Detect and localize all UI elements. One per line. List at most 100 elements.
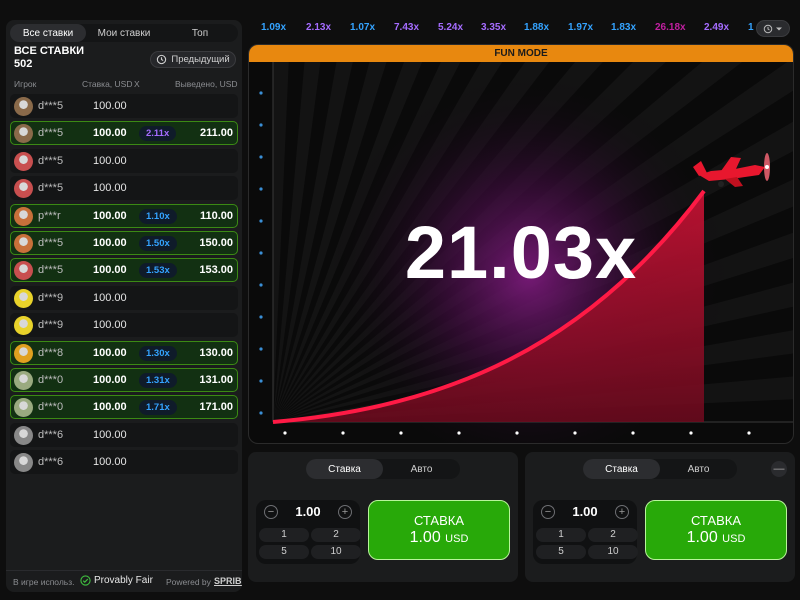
quick-amount-button[interactable]: 10	[311, 545, 361, 559]
history-multiplier[interactable]: 1.07x	[350, 22, 375, 33]
bet-row: d***5 100.00	[10, 176, 238, 201]
tab-top[interactable]: Топ	[162, 24, 238, 42]
y-axis-dot	[259, 347, 263, 351]
cashout-multiplier: 1.53x	[139, 263, 177, 279]
bets-tabs: Все ставки Мои ставки Топ	[10, 24, 238, 42]
bet-amount: 100.00	[93, 127, 127, 140]
chevron-down-icon	[776, 27, 782, 30]
tab-auto[interactable]: Авто	[660, 459, 737, 479]
cashout-multiplier: 2.11x	[139, 126, 177, 142]
cashout-amount: 211.00	[199, 127, 233, 140]
provably-fair-link[interactable]: Provably Fair	[80, 575, 153, 586]
bet-amount: 100.00	[93, 319, 127, 332]
avatar	[14, 425, 33, 445]
x-axis-dot	[515, 431, 519, 435]
place-bet-button[interactable]: СТАВКА 1.00 USD	[645, 500, 787, 560]
quick-amount-button[interactable]: 2	[588, 528, 638, 542]
increase-stake-button[interactable]: +	[338, 505, 352, 519]
previous-label: Предыдущий	[171, 54, 230, 65]
cashout-multiplier: 1.30x	[139, 345, 177, 361]
bet-row: d***5 100.00 2.11x 211.00	[10, 121, 238, 146]
bet-button-label: СТАВКА	[413, 513, 465, 528]
multiplier-history: 1.09x 2.13x 1.07x 7.43x 5.24x 3.35x 1.88x 1.97x…	[254, 20, 794, 38]
bet-row: d***6 100.00	[10, 450, 238, 475]
quick-amount-button[interactable]: 5	[536, 545, 586, 559]
avatar	[14, 453, 33, 473]
remove-panel-button[interactable]: —	[771, 461, 787, 477]
cashout-amount: 153.00	[199, 264, 233, 277]
all-bets-count: 502	[14, 58, 33, 70]
quick-amount-button[interactable]: 1	[259, 528, 309, 542]
increase-stake-button[interactable]: +	[615, 505, 629, 519]
history-multiplier[interactable]: 1.09x	[261, 22, 286, 33]
fun-mode-banner: FUN MODE	[249, 45, 793, 62]
y-axis-dot	[259, 91, 263, 95]
bets-panel: Все ставки Мои ставки Топ ВСЕ СТАВКИ 502…	[6, 20, 242, 592]
tab-all-bets[interactable]: Все ставки	[10, 24, 86, 42]
tab-auto[interactable]: Авто	[383, 459, 460, 479]
bet-button-amount: 1.00 USD	[646, 529, 786, 547]
all-bets-header: ВСЕ СТАВКИ 502	[14, 45, 84, 71]
quick-amount-button[interactable]: 1	[536, 528, 586, 542]
history-multiplier[interactable]: 26.18x	[655, 22, 686, 33]
cashout-amount: 150.00	[199, 236, 233, 249]
player-name: d***5	[38, 154, 64, 167]
history-multiplier[interactable]: 1.97x	[568, 22, 593, 33]
stake-control: − 1.00 + 1 2 5 10	[256, 500, 361, 564]
avatar	[14, 206, 33, 226]
stake-control: − 1.00 + 1 2 5 10	[533, 500, 638, 564]
history-multiplier[interactable]: 1	[748, 22, 754, 33]
history-multiplier[interactable]: 2.13x	[306, 22, 331, 33]
history-multiplier[interactable]: 3.35x	[481, 22, 506, 33]
history-multiplier[interactable]: 1.88x	[524, 22, 549, 33]
previous-round-button[interactable]: Предыдущий	[150, 51, 236, 68]
bet-amount: 100.00	[93, 401, 127, 414]
quick-amount-button[interactable]: 10	[588, 545, 638, 559]
quick-amount-button[interactable]: 5	[259, 545, 309, 559]
player-name: d***6	[38, 428, 64, 441]
tab-bet[interactable]: Ставка	[583, 459, 660, 479]
cashout-multiplier: 1.10x	[139, 208, 177, 224]
bet-row: d***0 100.00 1.71x 171.00	[10, 395, 238, 420]
player-name: d***5	[38, 100, 64, 112]
cashout-amount: 130.00	[199, 346, 233, 359]
y-axis-dot	[259, 123, 263, 127]
y-axis-dot	[259, 315, 263, 319]
aviator-game: Все ставки Мои ставки Топ ВСЕ СТАВКИ 502…	[0, 0, 800, 600]
tab-bet[interactable]: Ставка	[306, 459, 383, 479]
cashout-multiplier: 1.71x	[139, 400, 177, 416]
bet-amount: 100.00	[93, 346, 127, 359]
bet-row: d***9 100.00	[10, 285, 238, 310]
x-axis-dot	[747, 431, 751, 435]
quick-amount-button[interactable]: 2	[311, 528, 361, 542]
history-multiplier[interactable]: 1.83x	[611, 22, 636, 33]
spribe-logo: SPRIBE	[214, 576, 242, 586]
cashout-multiplier: 1.50x	[139, 235, 177, 251]
history-multiplier[interactable]: 7.43x	[394, 22, 419, 33]
bets-list: d***5 100.00 d***5 100.00 2.11x 211.00 d***5 10…	[10, 94, 238, 477]
x-axis-dot	[399, 431, 403, 435]
avatar	[14, 179, 33, 199]
bet-amount: 100.00	[93, 182, 127, 195]
history-multiplier[interactable]: 2.49x	[704, 22, 729, 33]
bet-amount: 100.00	[93, 209, 127, 222]
history-multiplier[interactable]: 5.24x	[438, 22, 463, 33]
tab-my-bets[interactable]: Мои ставки	[86, 24, 162, 42]
col-bet: Ставка, USD	[82, 79, 133, 89]
avatar	[14, 233, 33, 253]
avatar	[14, 124, 33, 144]
bet-currency: USD	[445, 533, 469, 545]
bet-row: d***9 100.00	[10, 313, 238, 338]
player-name: d***5	[38, 182, 64, 195]
bet-amount: 100.00	[93, 264, 127, 277]
bet-row: d***5 100.00	[10, 94, 238, 118]
place-bet-button[interactable]: СТАВКА 1.00 USD	[368, 500, 510, 560]
player-name: d***5	[38, 264, 64, 277]
player-name: d***5	[38, 127, 64, 140]
bet-amount: 100.00	[93, 373, 127, 386]
history-toggle-button[interactable]	[756, 20, 790, 37]
player-name: d***8	[38, 346, 64, 359]
all-bets-label: ВСЕ СТАВКИ	[14, 45, 85, 57]
x-axis-dot	[631, 431, 635, 435]
x-axis-dot	[457, 431, 461, 435]
